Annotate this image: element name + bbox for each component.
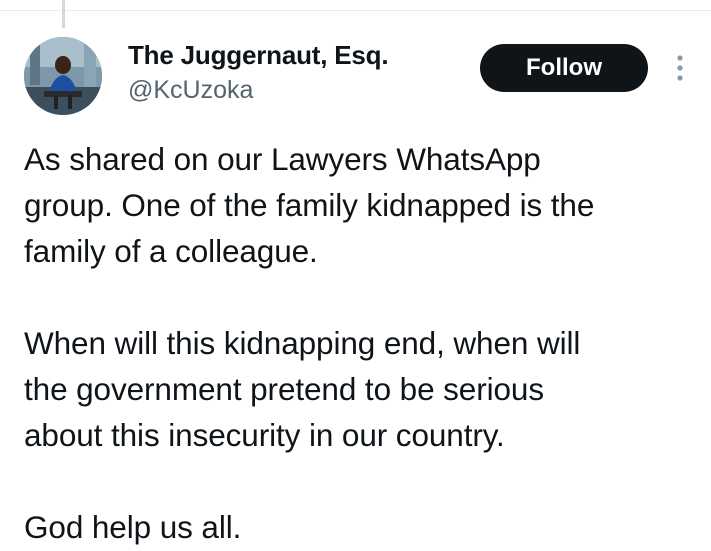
tweet-line: family of a colleague. [24,233,318,269]
thread-connector-line [62,0,65,28]
tweet-line: As shared on our Lawyers WhatsApp [24,141,541,177]
author-display-name[interactable]: The Juggernaut, Esq. [128,40,389,71]
tweet-line: God help us all. [24,509,242,545]
tweet-line: group. One of the family kidnapped is th… [24,187,595,223]
follow-button[interactable]: Follow [480,44,648,92]
profile-photo-icon [24,37,102,115]
tweet-text: As shared on our Lawyers WhatsApp group.… [24,136,704,550]
tweet-line: about this insecurity in our country. [24,417,505,453]
author-handle[interactable]: @KcUzoka [128,76,253,105]
top-divider [0,10,711,11]
avatar[interactable] [24,37,102,115]
tweet-line: the government pretend to be serious [24,371,544,407]
tweet-line: When will this kidnapping end, when will [24,325,581,361]
more-vertical-icon[interactable] [672,52,688,84]
